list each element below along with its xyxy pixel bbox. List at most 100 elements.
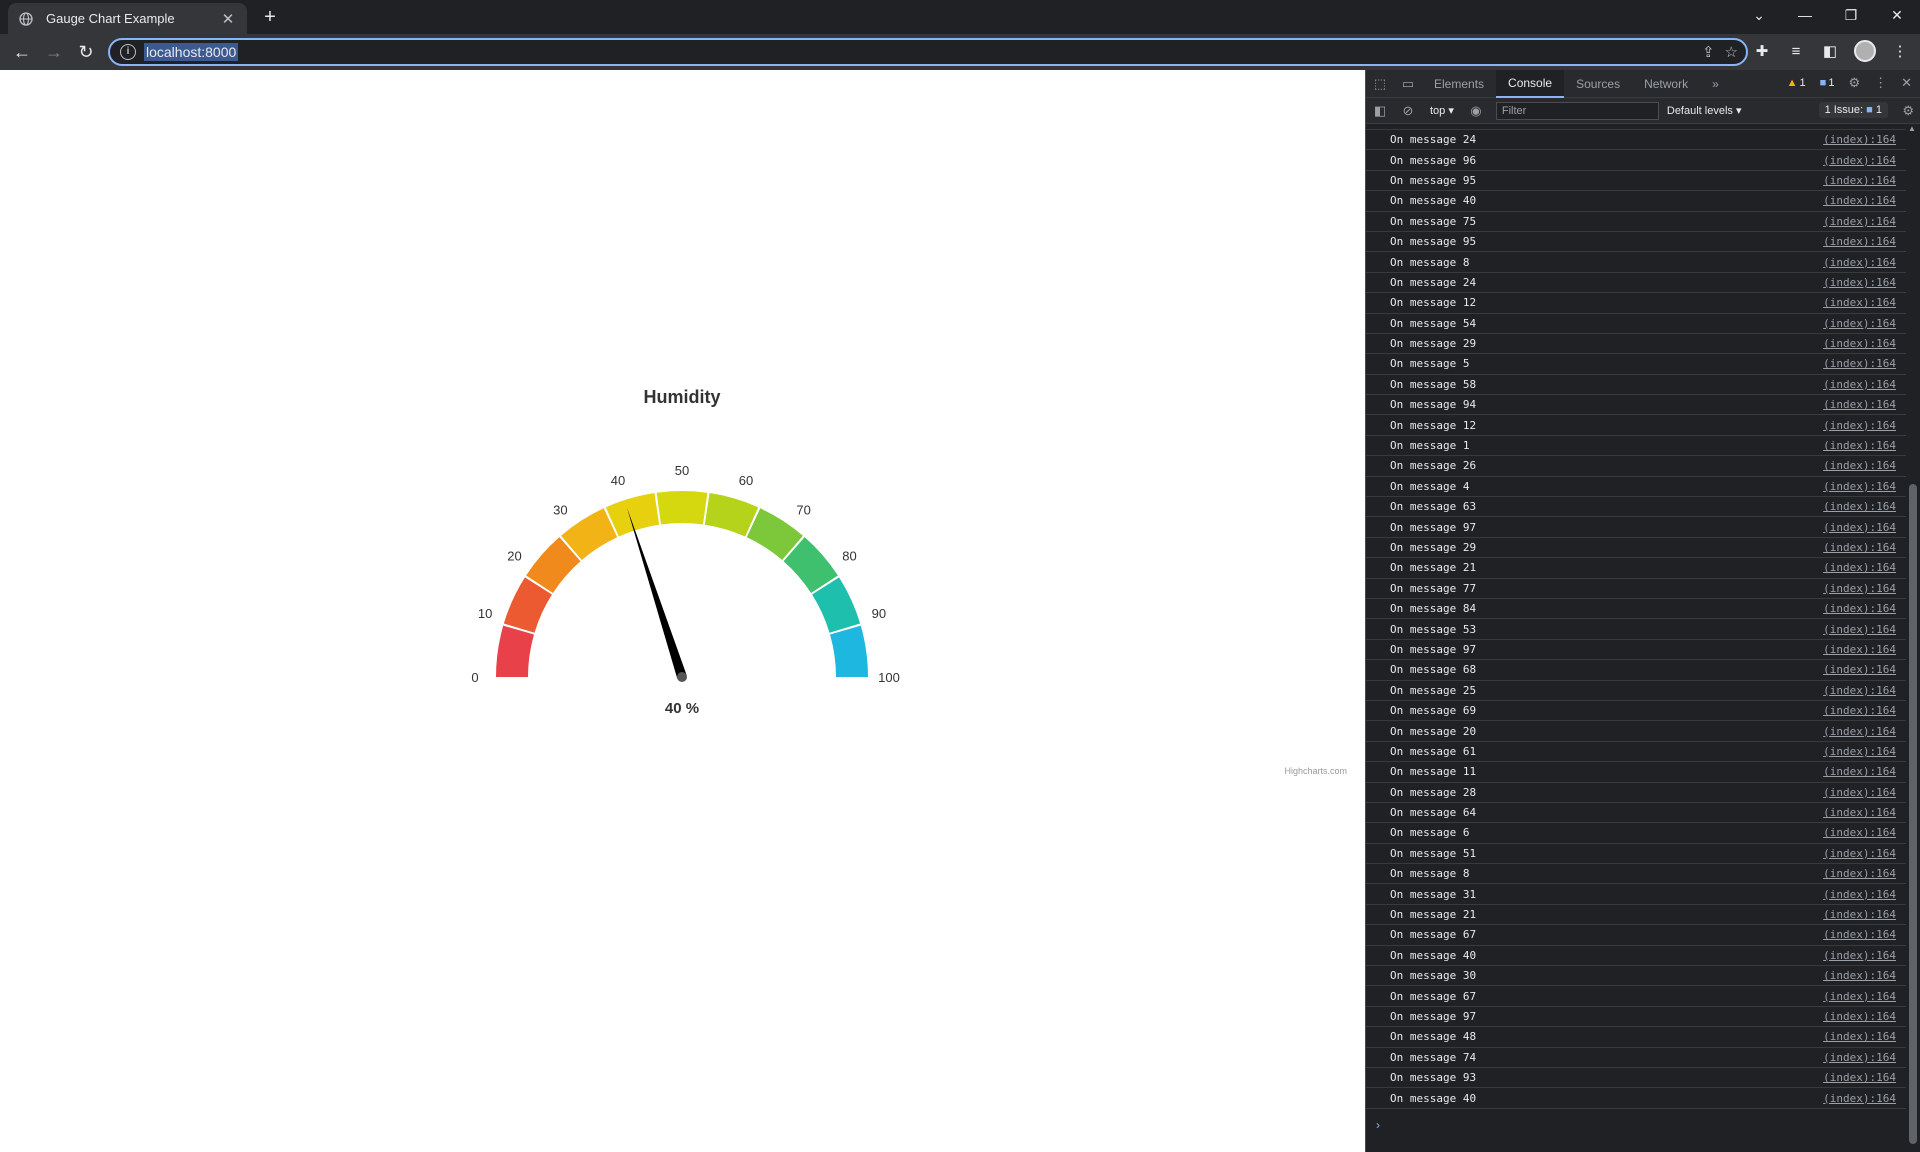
console-settings-icon[interactable]: ⚙ xyxy=(1902,103,1914,119)
info-icon[interactable]: i xyxy=(120,44,136,60)
log-source-link[interactable]: (index):164 xyxy=(1823,806,1896,819)
clear-console-icon[interactable]: ⊘ xyxy=(1394,98,1422,124)
devtools-close-icon[interactable]: ✕ xyxy=(1897,74,1916,92)
log-message: On message 77 xyxy=(1390,581,1477,595)
sidebar-icon[interactable]: ◧ xyxy=(1820,41,1840,61)
devtools-menu-icon[interactable]: ⋮ xyxy=(1870,74,1891,92)
log-source-link[interactable]: (index):164 xyxy=(1823,357,1896,370)
log-source-link[interactable]: (index):164 xyxy=(1823,215,1896,228)
log-source-link[interactable]: (index):164 xyxy=(1823,276,1896,289)
back-icon[interactable]: ← xyxy=(10,40,34,64)
chart-credits[interactable]: Highcharts.com xyxy=(1284,766,1347,776)
log-source-link[interactable]: (index):164 xyxy=(1823,725,1896,738)
window-close-icon[interactable]: ✕ xyxy=(1874,0,1920,30)
log-source-link[interactable]: (index):164 xyxy=(1823,1071,1896,1084)
log-source-link[interactable]: (index):164 xyxy=(1823,643,1896,656)
log-source-link[interactable]: (index):164 xyxy=(1823,582,1896,595)
log-message: On message 95 xyxy=(1390,235,1477,249)
log-source-link[interactable]: (index):164 xyxy=(1823,174,1896,187)
address-bar[interactable]: i localhost:8000 ⇪ ☆ xyxy=(108,38,1748,66)
close-icon[interactable]: ✕ xyxy=(219,10,237,28)
log-source-link[interactable]: (index):164 xyxy=(1823,317,1896,330)
gauge-tick-label: 0 xyxy=(471,670,478,685)
log-source-link[interactable]: (index):164 xyxy=(1823,949,1896,962)
restore-icon[interactable]: ❐ xyxy=(1828,0,1874,30)
tab-search-icon[interactable]: ⌄ xyxy=(1736,0,1782,30)
log-source-link[interactable]: (index):164 xyxy=(1823,1030,1896,1043)
levels-dropdown[interactable]: Default levels ▾ xyxy=(1667,104,1742,117)
log-source-link[interactable]: (index):164 xyxy=(1823,990,1896,1003)
log-source-link[interactable]: (index):164 xyxy=(1823,133,1896,146)
log-source-link[interactable]: (index):164 xyxy=(1823,969,1896,982)
tab-elements[interactable]: Elements xyxy=(1422,70,1496,98)
log-source-link[interactable]: (index):164 xyxy=(1823,398,1896,411)
minimize-icon[interactable]: — xyxy=(1782,0,1828,30)
log-source-link[interactable]: (index):164 xyxy=(1823,541,1896,554)
log-row: On message 40 (index):164 xyxy=(1366,191,1906,212)
log-source-link[interactable]: (index):164 xyxy=(1823,521,1896,534)
issues-button[interactable]: 1 Issue: ■ 1 xyxy=(1818,102,1888,118)
log-source-link[interactable]: (index):164 xyxy=(1823,826,1896,839)
avatar[interactable] xyxy=(1854,40,1876,62)
log-source-link[interactable]: (index):164 xyxy=(1823,256,1896,269)
log-source-link[interactable]: (index):164 xyxy=(1823,378,1896,391)
log-source-link[interactable]: (index):164 xyxy=(1823,439,1896,452)
log-source-link[interactable]: (index):164 xyxy=(1823,194,1896,207)
inspect-icon[interactable]: ⬚ xyxy=(1366,70,1394,98)
scroll-up-icon[interactable]: ▲ xyxy=(1908,124,1916,133)
sidebar-toggle-icon[interactable]: ◧ xyxy=(1366,98,1394,124)
settings-gear-icon[interactable]: ⚙ xyxy=(1844,74,1864,92)
log-source-link[interactable]: (index):164 xyxy=(1823,337,1896,350)
context-selector[interactable]: top ▾ xyxy=(1422,104,1462,117)
forward-icon[interactable]: → xyxy=(42,40,66,64)
tab-network[interactable]: Network xyxy=(1632,70,1700,98)
log-source-link[interactable]: (index):164 xyxy=(1823,888,1896,901)
url-text[interactable]: localhost:8000 xyxy=(144,43,239,61)
share-icon[interactable]: ⇪ xyxy=(1702,43,1715,61)
reload-icon[interactable]: ↻ xyxy=(74,40,98,64)
scrollbar-thumb[interactable] xyxy=(1909,484,1917,1144)
log-message: On message 58 xyxy=(1390,377,1477,391)
warning-badge[interactable]: ▲ 1 xyxy=(1783,76,1810,90)
media-icon[interactable]: ≡ xyxy=(1786,41,1806,61)
menu-icon[interactable]: ⋮ xyxy=(1890,41,1910,61)
log-row: On message 68 (index):164 xyxy=(1366,660,1906,681)
log-source-link[interactable]: (index):164 xyxy=(1823,704,1896,717)
log-source-link[interactable]: (index):164 xyxy=(1823,235,1896,248)
log-source-link[interactable]: (index):164 xyxy=(1823,847,1896,860)
log-source-link[interactable]: (index):164 xyxy=(1823,908,1896,921)
console-prompt[interactable]: › xyxy=(1376,1118,1380,1132)
filter-input[interactable]: Filter xyxy=(1495,101,1659,120)
star-icon[interactable]: ☆ xyxy=(1725,43,1738,61)
console-scrollbar[interactable]: ▲ xyxy=(1906,124,1920,1152)
log-source-link[interactable]: (index):164 xyxy=(1823,867,1896,880)
tab-sources[interactable]: Sources xyxy=(1564,70,1632,98)
tab-console[interactable]: Console xyxy=(1496,69,1565,98)
log-source-link[interactable]: (index):164 xyxy=(1823,1010,1896,1023)
message-badge[interactable]: ■ 1 xyxy=(1816,76,1839,90)
log-source-link[interactable]: (index):164 xyxy=(1823,928,1896,941)
puzzle-icon[interactable]: ✚ xyxy=(1752,41,1772,61)
log-source-link[interactable]: (index):164 xyxy=(1823,561,1896,574)
log-source-link[interactable]: (index):164 xyxy=(1823,663,1896,676)
log-message: On message 94 xyxy=(1390,398,1477,412)
log-source-link[interactable]: (index):164 xyxy=(1823,296,1896,309)
new-tab-button[interactable]: + xyxy=(258,5,282,29)
browser-tab[interactable]: Gauge Chart Example ✕ xyxy=(8,3,247,34)
log-source-link[interactable]: (index):164 xyxy=(1823,745,1896,758)
device-toolbar-icon[interactable]: ▭ xyxy=(1394,70,1422,98)
log-source-link[interactable]: (index):164 xyxy=(1823,602,1896,615)
log-source-link[interactable]: (index):164 xyxy=(1823,480,1896,493)
log-source-link[interactable]: (index):164 xyxy=(1823,1092,1896,1105)
log-source-link[interactable]: (index):164 xyxy=(1823,684,1896,697)
log-source-link[interactable]: (index):164 xyxy=(1823,1051,1896,1064)
log-source-link[interactable]: (index):164 xyxy=(1823,623,1896,636)
log-source-link[interactable]: (index):164 xyxy=(1823,459,1896,472)
log-source-link[interactable]: (index):164 xyxy=(1823,154,1896,167)
log-source-link[interactable]: (index):164 xyxy=(1823,786,1896,799)
log-source-link[interactable]: (index):164 xyxy=(1823,419,1896,432)
more-tabs-icon[interactable]: » xyxy=(1700,70,1731,98)
log-source-link[interactable]: (index):164 xyxy=(1823,765,1896,778)
log-source-link[interactable]: (index):164 xyxy=(1823,500,1896,513)
eye-icon[interactable]: ◉ xyxy=(1462,98,1490,124)
